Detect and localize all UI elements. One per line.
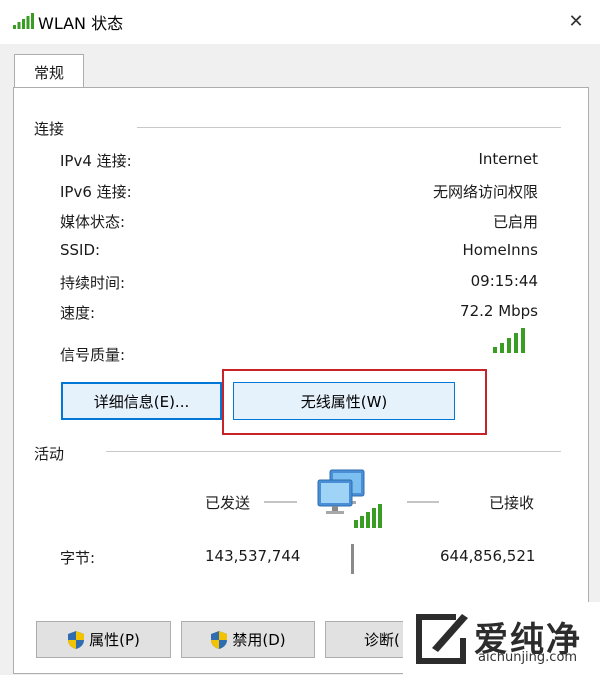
title-bar: WLAN 状态 ✕ [0, 0, 600, 44]
close-button[interactable]: ✕ [560, 6, 592, 36]
ssid-label: SSID: [60, 241, 101, 259]
wifi-signal-icon [13, 13, 34, 29]
watermark-url: aichunjing.com [478, 650, 578, 665]
ipv6-label: IPv6 连接: [60, 183, 132, 201]
received-label: 已接收 [489, 494, 535, 512]
bytes-sent-value: 143,537,744 [205, 547, 301, 565]
signal-strength-icon [493, 328, 525, 353]
diagnose-button-label: 诊断( [364, 631, 400, 649]
speed-value: 72.2 Mbps [460, 302, 538, 320]
ssid-value: HomeInns [462, 241, 538, 259]
details-button[interactable]: 详细信息(E)... [61, 382, 222, 420]
bytes-divider [351, 544, 354, 574]
media-state-value: 已启用 [492, 213, 538, 231]
signal-quality-label: 信号质量: [60, 346, 126, 364]
details-button-label: 详细信息(E)... [93, 392, 190, 411]
disable-button[interactable]: 禁用(D) [181, 621, 315, 658]
wireless-properties-button-label: 无线属性(W) [300, 392, 388, 411]
speed-label: 速度: [60, 304, 96, 322]
received-dash [407, 501, 439, 503]
close-icon: ✕ [568, 10, 584, 32]
ipv6-value: 无网络访问权限 [432, 183, 538, 201]
bytes-label: 字节: [60, 549, 96, 567]
disable-button-label: 禁用(D) [232, 631, 286, 649]
wireless-properties-button[interactable]: 无线属性(W) [233, 382, 455, 420]
bytes-received-value: 644,856,521 [440, 547, 536, 565]
sent-dash [264, 501, 297, 503]
network-computers-icon [317, 469, 382, 528]
connection-separator [137, 127, 561, 128]
duration-value: 09:15:44 [470, 272, 538, 290]
uac-shield-icon [68, 630, 85, 649]
activity-separator [106, 451, 561, 452]
duration-label: 持续时间: [60, 274, 126, 292]
properties-button[interactable]: 属性(P) [36, 621, 171, 658]
window-title: WLAN 状态 [38, 14, 124, 33]
connection-group-label: 连接 [34, 120, 65, 138]
properties-button-label: 属性(P) [89, 631, 140, 649]
tab-general-label: 常规 [33, 63, 64, 82]
media-state-label: 媒体状态: [60, 213, 126, 231]
ipv4-label: IPv4 连接: [60, 152, 132, 170]
watermark-logo-icon [416, 614, 468, 664]
sent-label: 已发送 [205, 494, 251, 512]
uac-shield-icon [211, 630, 228, 649]
tab-general[interactable]: 常规 [14, 54, 84, 89]
activity-group-label: 活动 [34, 445, 65, 463]
ipv4-value: Internet [478, 150, 538, 168]
